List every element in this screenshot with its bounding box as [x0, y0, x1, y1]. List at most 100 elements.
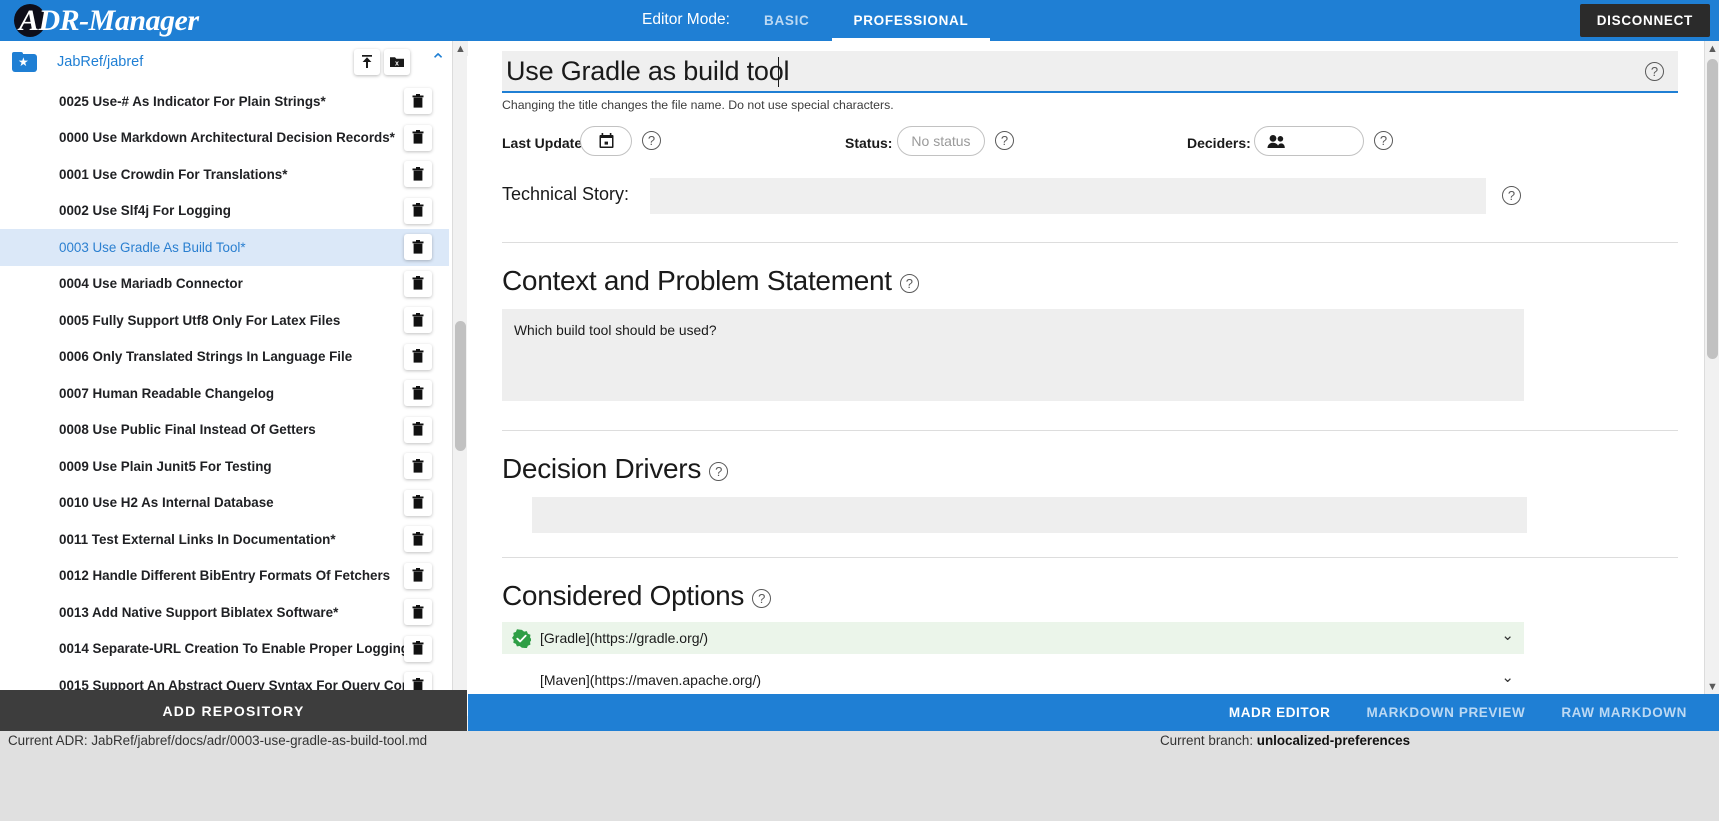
adr-item-label: 0004 Use Mariadb Connector — [59, 276, 404, 291]
status-placeholder: No status — [911, 133, 970, 149]
trash-icon[interactable] — [404, 271, 432, 297]
sidebar-scrollbar[interactable]: ▲ ▼ — [452, 41, 467, 731]
deciders-input[interactable] — [1254, 126, 1364, 156]
adr-item-label: 0006 Only Translated Strings In Language… — [59, 349, 404, 364]
trash-icon[interactable] — [404, 599, 432, 625]
scroll-down-icon[interactable]: ▼ — [1705, 679, 1719, 694]
help-icon-last-update[interactable]: ? — [642, 131, 661, 150]
scrollbar-thumb[interactable] — [1707, 59, 1718, 359]
considered-option-label: [Maven](https://maven.apache.org/) — [540, 672, 761, 688]
trash-icon[interactable] — [404, 234, 432, 260]
tab-professional[interactable]: PROFESSIONAL — [832, 0, 991, 41]
title-input[interactable] — [506, 56, 1632, 87]
help-icon-title[interactable]: ? — [1645, 62, 1664, 81]
list-item[interactable]: 0010 Use H2 As Internal Database — [0, 485, 449, 522]
trash-icon[interactable] — [404, 490, 432, 516]
context-heading-label: Context and Problem Statement — [502, 265, 892, 297]
list-item[interactable]: 0013 Add Native Support Biblatex Softwar… — [0, 594, 449, 631]
list-item[interactable]: 0011 Test External Links In Documentatio… — [0, 521, 449, 558]
disconnect-button[interactable]: DISCONNECT — [1580, 4, 1710, 37]
technical-story-input[interactable] — [650, 178, 1486, 214]
chevron-down-icon[interactable]: ⌄ — [1501, 628, 1514, 643]
deciders-label: Deciders: — [1187, 135, 1251, 151]
trash-icon[interactable] — [404, 125, 432, 151]
adr-item-label: 0001 Use Crowdin For Translations* — [59, 167, 404, 182]
trash-icon[interactable] — [404, 417, 432, 443]
current-branch-status: Current branch: unlocalized-preferences — [1160, 733, 1410, 748]
list-item[interactable]: 0025 Use-# As Indicator For Plain String… — [0, 83, 449, 120]
current-adr-status: Current ADR: JabRef/jabref/docs/adr/0003… — [8, 733, 427, 748]
section-divider — [502, 242, 1678, 243]
section-divider — [502, 557, 1678, 558]
option-badge-placeholder — [512, 671, 531, 690]
list-item[interactable]: 0006 Only Translated Strings In Language… — [0, 339, 449, 376]
last-update-label: Last Update: — [502, 135, 587, 151]
adr-item-label: 0025 Use-# As Indicator For Plain String… — [59, 94, 404, 109]
help-icon-status[interactable]: ? — [995, 131, 1014, 150]
considered-option-row[interactable]: [Gradle](https://gradle.org/) ⌄ — [502, 622, 1524, 654]
trash-icon[interactable] — [404, 88, 432, 114]
help-icon-deciders[interactable]: ? — [1374, 131, 1393, 150]
considered-option-row[interactable]: [Maven](https://maven.apache.org/) ⌄ — [502, 664, 1524, 694]
tab-basic[interactable]: BASIC — [742, 0, 832, 41]
chosen-option-badge-icon — [512, 629, 531, 648]
scroll-up-icon[interactable]: ▲ — [1705, 41, 1719, 56]
discard-folder-icon[interactable]: x — [384, 49, 410, 75]
list-item[interactable]: 0005 Fully Support Utf8 Only For Latex F… — [0, 302, 449, 339]
context-textarea[interactable]: Which build tool should be used? — [502, 309, 1524, 401]
list-item[interactable]: 0007 Human Readable Changelog — [0, 375, 449, 412]
decision-drivers-input[interactable] — [532, 497, 1527, 533]
list-item[interactable]: 0009 Use Plain Junit5 For Testing — [0, 448, 449, 485]
repository-name[interactable]: JabRef/jabref — [57, 54, 350, 70]
main-scrollbar[interactable]: ▲ ▼ — [1704, 41, 1719, 694]
status-select[interactable]: No status — [897, 126, 985, 156]
status-bar: Current ADR: JabRef/jabref/docs/adr/0003… — [0, 731, 1719, 821]
chevron-down-icon[interactable]: ⌄ — [1501, 670, 1514, 685]
scrollbar-thumb[interactable] — [455, 321, 466, 451]
commit-upload-icon[interactable] — [354, 49, 380, 75]
chevron-up-icon[interactable]: ⌃ — [424, 54, 452, 70]
list-item-selected[interactable]: 0003 Use Gradle As Build Tool* — [0, 229, 449, 266]
current-branch-label: Current branch: — [1160, 733, 1253, 748]
decision-drivers-section: Decision Drivers ? — [502, 453, 1702, 533]
list-item[interactable]: 0002 Use Slf4j For Logging — [0, 193, 449, 230]
list-item[interactable]: 0004 Use Mariadb Connector — [0, 266, 449, 303]
tab-markdown-preview[interactable]: MARKDOWN PREVIEW — [1348, 694, 1543, 731]
trash-icon[interactable] — [404, 161, 432, 187]
calendar-icon — [599, 133, 614, 149]
list-item[interactable]: 0014 Separate-URL Creation To Enable Pro… — [0, 631, 449, 668]
help-icon-considered-options[interactable]: ? — [752, 589, 771, 608]
list-item[interactable]: 0000 Use Markdown Architectural Decision… — [0, 120, 449, 157]
list-item[interactable]: 0001 Use Crowdin For Translations* — [0, 156, 449, 193]
considered-options-heading-label: Considered Options — [502, 580, 744, 612]
technical-story-label: Technical Story: — [502, 184, 629, 205]
trash-icon[interactable] — [404, 344, 432, 370]
list-item[interactable]: 0012 Handle Different BibEntry Formats O… — [0, 558, 449, 595]
decision-drivers-heading-label: Decision Drivers — [502, 453, 701, 485]
editor-mode-tabs: BASIC PROFESSIONAL — [742, 0, 990, 41]
section-divider — [502, 430, 1678, 431]
trash-icon[interactable] — [404, 636, 432, 662]
trash-icon[interactable] — [404, 307, 432, 333]
adr-item-label: 0012 Handle Different BibEntry Formats O… — [59, 568, 404, 583]
last-update-datepicker[interactable] — [580, 126, 632, 156]
add-repository-button[interactable]: ADD REPOSITORY — [0, 690, 467, 731]
help-icon-decision-drivers[interactable]: ? — [709, 462, 728, 481]
tab-madr-editor[interactable]: MADR EDITOR — [1211, 694, 1349, 731]
adr-item-label: 0007 Human Readable Changelog — [59, 386, 404, 401]
trash-icon[interactable] — [404, 380, 432, 406]
scroll-up-icon[interactable]: ▲ — [453, 41, 468, 56]
trash-icon[interactable] — [404, 198, 432, 224]
list-item[interactable]: 0008 Use Public Final Instead Of Getters — [0, 412, 449, 449]
trash-icon[interactable] — [404, 453, 432, 479]
top-navigation-bar: ADR-Manager Editor Mode: BASIC PROFESSIO… — [0, 0, 1719, 41]
app-logo: ADR-Manager — [14, 3, 199, 39]
help-icon-context[interactable]: ? — [900, 274, 919, 293]
considered-options-heading: Considered Options ? — [502, 580, 1702, 612]
help-icon-technical-story[interactable]: ? — [1502, 186, 1521, 205]
adr-item-label: 0002 Use Slf4j For Logging — [59, 203, 404, 218]
tab-raw-markdown[interactable]: RAW MARKDOWN — [1543, 694, 1705, 731]
editor-mode-label: Editor Mode: — [642, 11, 730, 29]
trash-icon[interactable] — [404, 526, 432, 552]
trash-icon[interactable] — [404, 563, 432, 589]
